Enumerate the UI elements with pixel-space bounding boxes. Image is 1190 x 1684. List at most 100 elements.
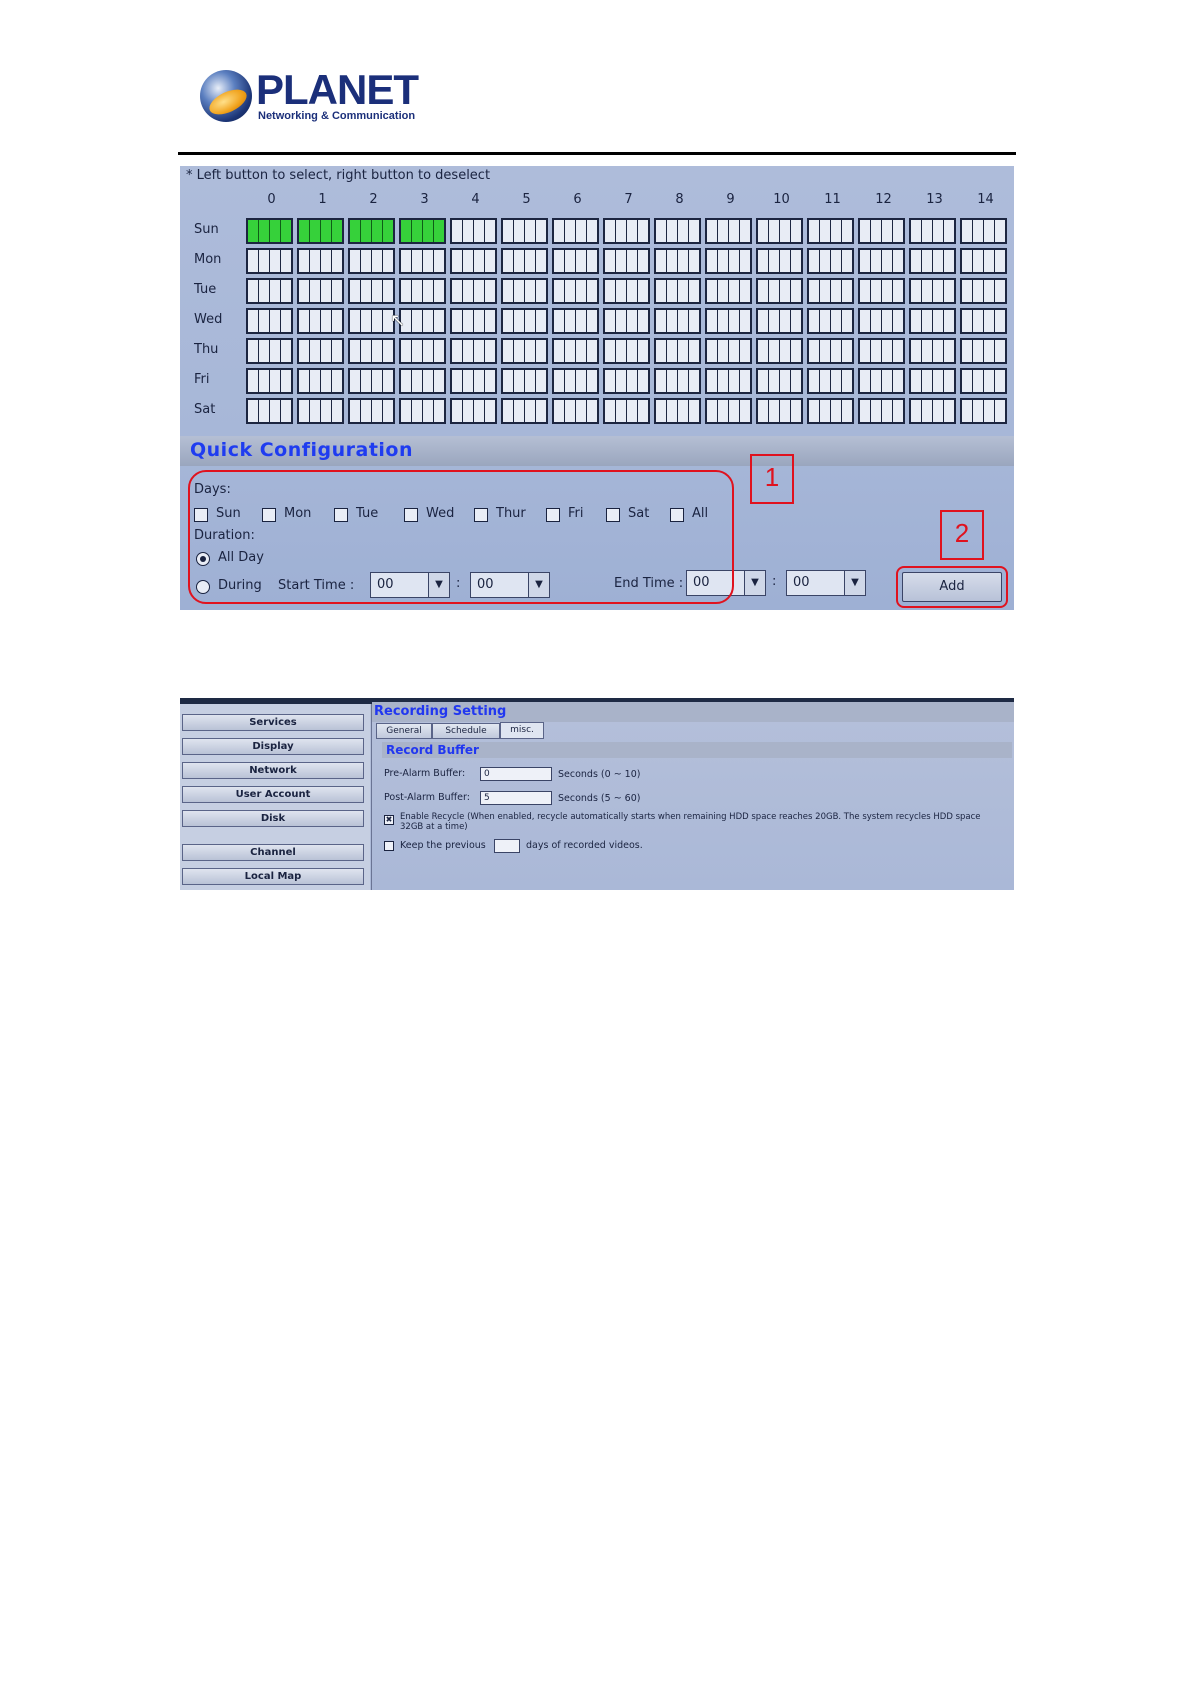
schedule-cell[interactable] [960, 308, 1007, 334]
schedule-cell[interactable] [246, 308, 293, 334]
schedule-cell[interactable] [756, 398, 803, 424]
schedule-cell[interactable] [807, 368, 854, 394]
schedule-cell[interactable] [348, 278, 395, 304]
schedule-cell[interactable] [858, 368, 905, 394]
schedule-cell[interactable] [756, 368, 803, 394]
schedule-cell[interactable] [246, 278, 293, 304]
schedule-cell[interactable] [705, 308, 752, 334]
schedule-cell[interactable] [603, 338, 650, 364]
recycle-checkbox[interactable]: ✖ [384, 815, 394, 825]
schedule-cell[interactable] [450, 248, 497, 274]
schedule-cell[interactable] [399, 368, 446, 394]
schedule-cell[interactable] [909, 368, 956, 394]
schedule-cell[interactable] [858, 278, 905, 304]
schedule-cell[interactable] [552, 218, 599, 244]
schedule-cell[interactable] [297, 338, 344, 364]
schedule-cell[interactable] [756, 218, 803, 244]
schedule-cell[interactable] [450, 218, 497, 244]
schedule-cell[interactable] [858, 308, 905, 334]
pre-alarm-input[interactable]: 0 [480, 767, 552, 781]
schedule-cell[interactable] [399, 398, 446, 424]
tab-misc[interactable]: misc. [500, 722, 544, 739]
schedule-cell[interactable] [399, 338, 446, 364]
schedule-cell[interactable] [756, 248, 803, 274]
schedule-cell[interactable] [399, 248, 446, 274]
schedule-cell[interactable] [297, 368, 344, 394]
schedule-cell[interactable] [858, 338, 905, 364]
schedule-cell[interactable] [246, 338, 293, 364]
schedule-cell[interactable] [501, 308, 548, 334]
schedule-cell[interactable] [654, 368, 701, 394]
schedule-cell[interactable] [501, 278, 548, 304]
schedule-cell[interactable] [246, 248, 293, 274]
schedule-cell[interactable] [807, 338, 854, 364]
schedule-cell[interactable] [909, 308, 956, 334]
schedule-cell[interactable] [297, 278, 344, 304]
schedule-cell[interactable] [654, 308, 701, 334]
schedule-cell[interactable] [246, 398, 293, 424]
schedule-cell[interactable] [603, 218, 650, 244]
schedule-cell[interactable] [501, 338, 548, 364]
schedule-cell[interactable] [348, 368, 395, 394]
schedule-cell[interactable] [246, 218, 293, 244]
schedule-cell[interactable] [450, 278, 497, 304]
sidebar-item-disk[interactable]: Disk [182, 810, 364, 827]
schedule-cell[interactable] [756, 338, 803, 364]
sidebar-item-local-map[interactable]: Local Map [182, 868, 364, 885]
schedule-cell[interactable] [348, 308, 395, 334]
schedule-cell[interactable] [807, 278, 854, 304]
schedule-cell[interactable] [909, 338, 956, 364]
schedule-cell[interactable] [297, 398, 344, 424]
end-min-select[interactable]: 00 ▼ [786, 570, 866, 596]
schedule-cell[interactable] [450, 398, 497, 424]
schedule-cell[interactable] [909, 278, 956, 304]
sidebar-item-channel[interactable]: Channel [182, 844, 364, 861]
schedule-cell[interactable] [348, 338, 395, 364]
schedule-cell[interactable] [399, 308, 446, 334]
schedule-cell[interactable] [807, 218, 854, 244]
tab-general[interactable]: General [376, 723, 432, 739]
schedule-cell[interactable] [501, 248, 548, 274]
schedule-cell[interactable] [705, 368, 752, 394]
schedule-cell[interactable] [909, 398, 956, 424]
schedule-cell[interactable] [552, 398, 599, 424]
schedule-cell[interactable] [603, 248, 650, 274]
schedule-cell[interactable] [297, 248, 344, 274]
schedule-cell[interactable] [450, 338, 497, 364]
schedule-cell[interactable] [603, 368, 650, 394]
sidebar-item-network[interactable]: Network [182, 762, 364, 779]
schedule-cell[interactable] [756, 278, 803, 304]
keep-checkbox[interactable] [384, 841, 394, 851]
schedule-cell[interactable] [960, 278, 1007, 304]
schedule-cell[interactable] [909, 218, 956, 244]
schedule-cell[interactable] [348, 248, 395, 274]
schedule-cell[interactable] [705, 218, 752, 244]
schedule-cell[interactable] [960, 218, 1007, 244]
schedule-cell[interactable] [756, 308, 803, 334]
schedule-cell[interactable] [297, 218, 344, 244]
schedule-cell[interactable] [603, 278, 650, 304]
schedule-cell[interactable] [654, 218, 701, 244]
schedule-cell[interactable] [705, 398, 752, 424]
sidebar-item-services[interactable]: Services [182, 714, 364, 731]
schedule-cell[interactable] [297, 308, 344, 334]
schedule-cell[interactable] [246, 368, 293, 394]
schedule-cell[interactable] [858, 218, 905, 244]
schedule-cell[interactable] [807, 308, 854, 334]
schedule-cell[interactable] [501, 368, 548, 394]
schedule-cell[interactable] [552, 338, 599, 364]
schedule-cell[interactable] [654, 278, 701, 304]
schedule-cell[interactable] [858, 398, 905, 424]
schedule-cell[interactable] [654, 248, 701, 274]
schedule-cell[interactable] [450, 368, 497, 394]
schedule-cell[interactable] [552, 248, 599, 274]
schedule-cell[interactable] [450, 308, 497, 334]
sidebar-item-user-account[interactable]: User Account [182, 786, 364, 803]
schedule-cell[interactable] [603, 398, 650, 424]
schedule-cell[interactable] [654, 398, 701, 424]
schedule-cell[interactable] [960, 368, 1007, 394]
schedule-cell[interactable] [348, 218, 395, 244]
post-alarm-input[interactable]: 5 [480, 791, 552, 805]
schedule-cell[interactable] [960, 338, 1007, 364]
schedule-cell[interactable] [501, 398, 548, 424]
